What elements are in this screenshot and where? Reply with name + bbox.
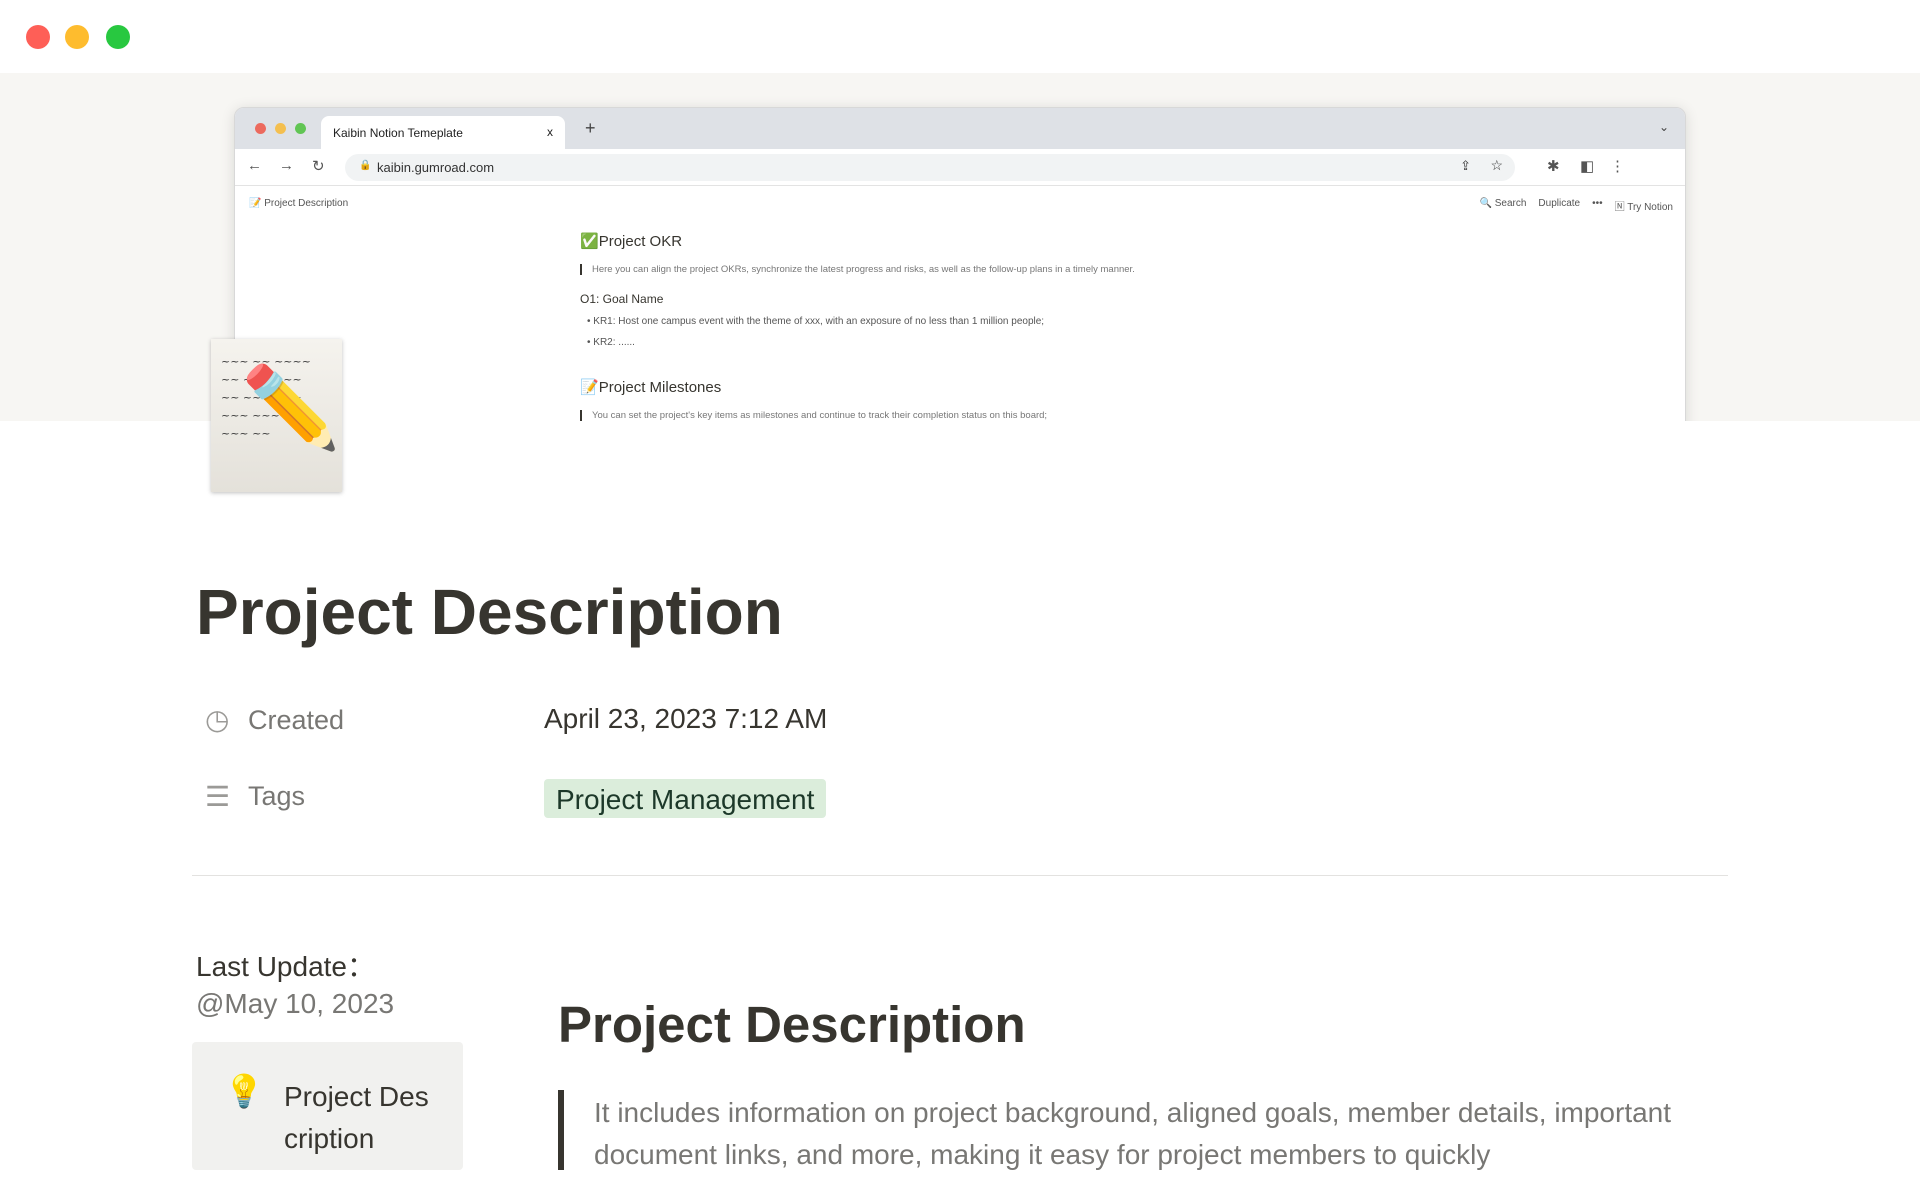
kr-list: • KR1: Host one campus event with the th… <box>587 316 1045 348</box>
clock-icon: ◷ <box>205 704 230 735</box>
lightbulb-icon: 💡 <box>224 1073 264 1109</box>
lock-icon: 🔒 <box>359 160 372 171</box>
goal-name: O1: Goal Name <box>580 292 664 306</box>
cover-browser-mockup: Kaibin Notion Temeplate x + ⌄ ← → ↻ 🔒 ka… <box>234 107 1686 421</box>
browser-tab: Kaibin Notion Temeplate x <box>321 116 565 149</box>
tab-title: Kaibin Notion Temeplate <box>333 126 463 140</box>
extensions-icon: ✱ <box>1547 158 1560 175</box>
minimize-window-button[interactable] <box>65 25 89 49</box>
sidebar-icon: ◧ <box>1580 158 1595 175</box>
divider <box>192 875 1728 876</box>
maximize-window-button[interactable] <box>106 25 130 49</box>
notion-breadcrumb: 📝 Project Description <box>249 198 349 209</box>
quote-text: It includes information on project backg… <box>594 1097 1672 1170</box>
page-title: Project Description <box>196 576 783 648</box>
tag-project-management[interactable]: Project Management <box>544 779 827 818</box>
notion-topbar-actions: 🔍 Search Duplicate ••• 🄽 Try Notion <box>1479 198 1673 213</box>
url-text: kaibin.gumroad.com <box>377 160 495 175</box>
share-icon: ⇪ <box>1460 158 1471 173</box>
callout-text: Project Description <box>284 1081 429 1154</box>
description-quote: It includes information on project backg… <box>558 1090 1698 1170</box>
new-tab-icon: + <box>585 118 596 138</box>
okr-heading: ✅Project OKR <box>580 233 683 250</box>
last-update-label: Last Update： <box>196 951 375 982</box>
milestones-quote: You can set the project's key items as m… <box>580 410 1047 421</box>
milestones-heading: 📝Project Milestones <box>580 379 722 396</box>
browser-tab-bar: Kaibin Notion Temeplate x + ⌄ <box>235 108 1685 149</box>
forward-icon: → <box>279 157 294 174</box>
section-heading: Project Description <box>558 996 1026 1053</box>
tab-close-icon: x <box>547 125 553 139</box>
list-icon: ☰ <box>205 781 231 812</box>
last-update-date[interactable]: @May 10, 2023 <box>196 988 394 1020</box>
url-field: 🔒 kaibin.gumroad.com ⇪ ☆ <box>345 154 1515 181</box>
back-icon: ← <box>247 157 262 174</box>
browser-address-bar: ← → ↻ 🔒 kaibin.gumroad.com ⇪ ☆ ✱ ◧ ⋮ <box>235 149 1685 186</box>
menu-icon: ⋮ <box>1610 158 1625 175</box>
tags-label[interactable]: Tags <box>248 781 305 812</box>
page-icon: ~~~ ~~ ~~~~ ~~ ~~~ ~~~ ~~ ~~~~ ~~ ~~~ ~~~ ~~… <box>211 339 342 492</box>
close-window-button[interactable] <box>26 25 50 49</box>
created-label[interactable]: Created <box>248 705 344 736</box>
created-value: April 23, 2023 7:12 AM <box>544 703 828 734</box>
star-icon: ☆ <box>1490 157 1503 173</box>
reload-icon: ↻ <box>312 158 325 175</box>
callout: 💡 Project Description <box>192 1042 463 1170</box>
okr-quote: Here you can align the project OKRs, syn… <box>580 264 1135 275</box>
chevron-down-icon: ⌄ <box>1658 120 1669 134</box>
